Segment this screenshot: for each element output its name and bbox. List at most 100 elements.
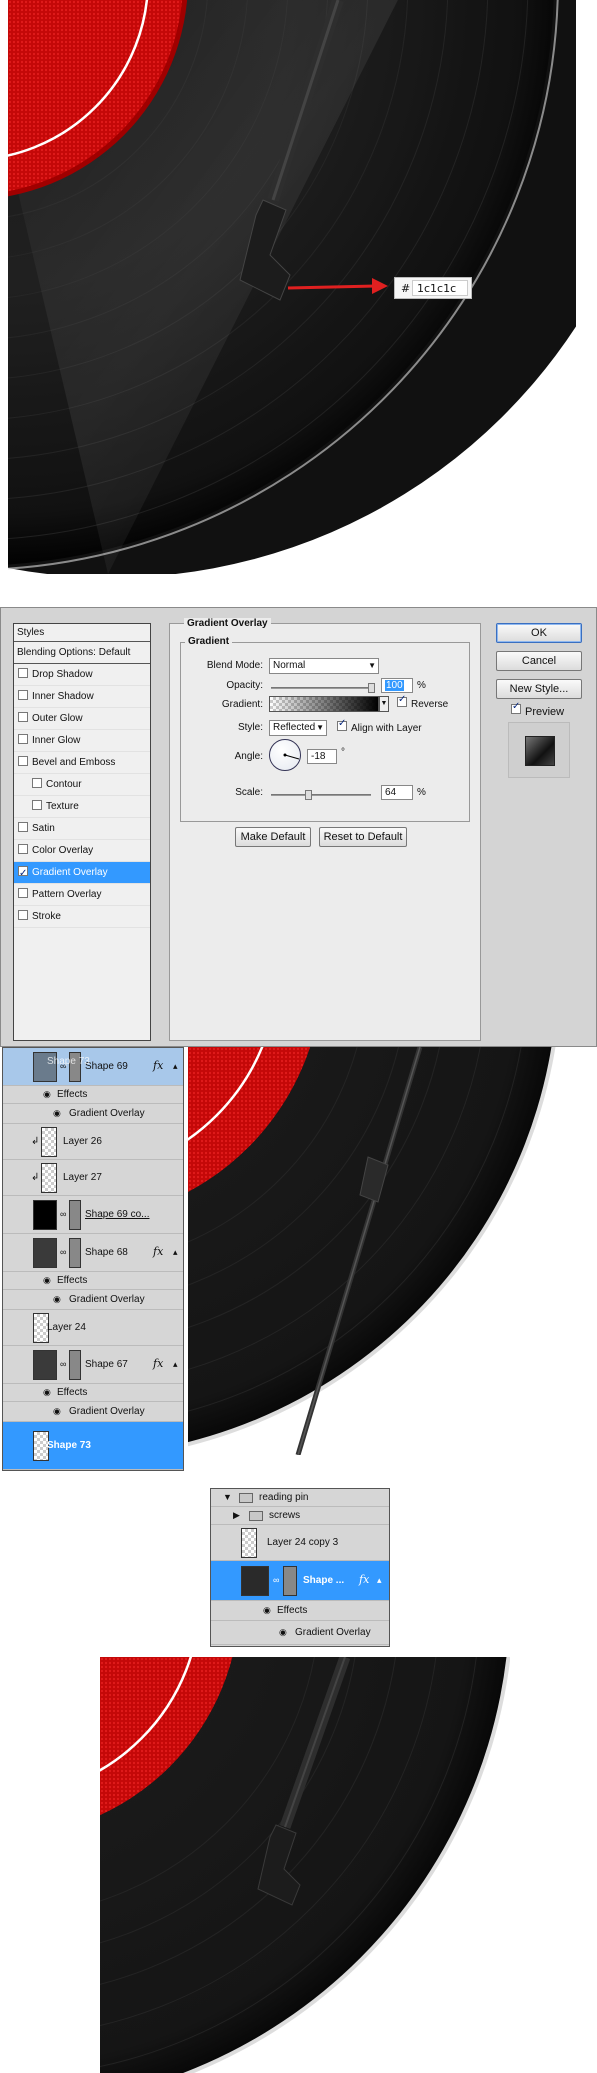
fx-icon[interactable]: fx: [153, 1357, 163, 1370]
ok-button[interactable]: OK: [496, 623, 582, 643]
style-item-checkbox[interactable]: [18, 822, 28, 833]
layer-row[interactable]: ∞ Shape 69 co...: [3, 1196, 183, 1234]
collapse-arrow-icon[interactable]: ▴: [173, 1061, 178, 1072]
link-icon[interactable]: ∞: [60, 1209, 66, 1219]
link-icon[interactable]: ∞: [60, 1359, 66, 1369]
style-item-checkbox[interactable]: [18, 863, 28, 885]
blend-mode-select[interactable]: Normal ▼: [269, 658, 379, 674]
section-title: Gradient Overlay: [184, 618, 271, 629]
style-item-checkbox[interactable]: [18, 734, 28, 745]
scale-slider-thumb[interactable]: [304, 790, 312, 800]
style-select[interactable]: Reflected ▼: [269, 720, 327, 736]
collapse-arrow-icon[interactable]: ▴: [377, 1575, 382, 1586]
link-icon[interactable]: ∞: [273, 1575, 279, 1585]
effects-label: Effects: [277, 1605, 308, 1616]
style-item-checkbox[interactable]: [18, 910, 28, 921]
layer-row[interactable]: ↲ Layer 26: [3, 1124, 183, 1160]
style-item-outer-glow[interactable]: Outer Glow: [14, 708, 150, 730]
layers-panel-2: ▼ reading pin ▶ screws Layer 24 copy 3 ∞ Shape…: [210, 1488, 390, 1647]
style-item-inner-glow[interactable]: Inner Glow: [14, 730, 150, 752]
fx-icon[interactable]: fx: [153, 1059, 163, 1072]
fx-icon[interactable]: fx: [359, 1573, 369, 1586]
preview-label: Preview: [525, 706, 565, 718]
angle-input[interactable]: -18: [307, 749, 337, 764]
reset-to-default-button[interactable]: Reset to Default: [319, 827, 407, 847]
align-with-layer-checkbox[interactable]: [337, 718, 347, 731]
vinyl-record-image-bottom: [100, 1657, 510, 2073]
style-item-stroke[interactable]: Stroke: [14, 906, 150, 928]
opacity-input[interactable]: 100: [381, 678, 413, 693]
style-item-texture[interactable]: Texture: [14, 796, 150, 818]
style-item-checkbox[interactable]: [18, 756, 28, 767]
styles-header[interactable]: Styles: [14, 624, 150, 642]
style-item-inner-shadow[interactable]: Inner Shadow: [14, 686, 150, 708]
disclosure-triangle-icon[interactable]: ▶: [233, 1510, 240, 1521]
group-row[interactable]: ▶ screws: [211, 1507, 389, 1525]
eye-icon[interactable]: ◉: [53, 1406, 61, 1417]
reverse-checkbox[interactable]: [397, 694, 407, 707]
style-item-contour[interactable]: Contour: [14, 774, 150, 796]
style-item-checkbox[interactable]: [18, 844, 28, 855]
group-title: Gradient: [185, 636, 233, 647]
effect-name: Gradient Overlay: [69, 1108, 145, 1119]
style-item-color-overlay[interactable]: Color Overlay: [14, 840, 150, 862]
blending-options-item[interactable]: Blending Options: Default: [14, 642, 150, 664]
effects-row[interactable]: ◉ Effects: [3, 1086, 183, 1104]
layer-row[interactable]: ∞ Shape 68 fx ▴: [3, 1234, 183, 1272]
cancel-button[interactable]: Cancel: [496, 651, 582, 671]
eye-icon[interactable]: ◉: [53, 1108, 61, 1119]
layer-thumbnail: [41, 1127, 57, 1157]
style-item-drop-shadow[interactable]: Drop Shadow: [14, 664, 150, 686]
layer-row[interactable]: Shape 73: [3, 1422, 183, 1470]
group-row[interactable]: ▼ reading pin: [211, 1489, 389, 1507]
eye-icon[interactable]: ◉: [53, 1294, 61, 1305]
style-item-checkbox[interactable]: [32, 778, 42, 789]
style-item-checkbox[interactable]: [32, 800, 42, 811]
layer-row[interactable]: ∞ Shape ... fx ▴: [211, 1561, 389, 1601]
disclosure-triangle-icon[interactable]: ▼: [223, 1492, 232, 1502]
style-item-checkbox[interactable]: [18, 712, 28, 723]
eye-icon[interactable]: ◉: [279, 1627, 287, 1638]
effects-row[interactable]: ◉ Effects: [3, 1384, 183, 1402]
layer-row[interactable]: Layer 24: [3, 1310, 183, 1346]
make-default-button[interactable]: Make Default: [235, 827, 311, 847]
link-icon[interactable]: ∞: [60, 1247, 66, 1257]
effects-row[interactable]: ◉ Effects: [211, 1601, 389, 1621]
angle-dial[interactable]: [269, 739, 301, 771]
collapse-arrow-icon[interactable]: ▴: [173, 1359, 178, 1370]
new-style-button[interactable]: New Style...: [496, 679, 582, 699]
gradient-dropdown-button[interactable]: ▼: [379, 696, 389, 712]
effect-row[interactable]: ◉ Gradient Overlay: [3, 1402, 183, 1422]
gradient-picker[interactable]: [269, 696, 379, 712]
opacity-slider[interactable]: [271, 683, 375, 693]
effect-row[interactable]: ◉ Gradient Overlay: [3, 1104, 183, 1124]
style-item-bevel-and-emboss[interactable]: Bevel and Emboss: [14, 752, 150, 774]
opacity-slider-thumb[interactable]: [368, 683, 375, 693]
fx-icon[interactable]: fx: [153, 1245, 163, 1258]
eye-icon[interactable]: ◉: [43, 1275, 51, 1286]
scale-input[interactable]: 64: [381, 785, 413, 800]
layer-row[interactable]: Layer 24 copy 3: [211, 1525, 389, 1561]
effects-row[interactable]: ◉ Effects: [3, 1272, 183, 1290]
scale-label: Scale:: [235, 787, 263, 798]
style-item-pattern-overlay[interactable]: Pattern Overlay: [14, 884, 150, 906]
layer-row[interactable]: ∞ Shape 69 Shape 73 fx ▴: [3, 1048, 183, 1086]
style-item-gradient-overlay[interactable]: Gradient Overlay: [14, 862, 150, 885]
effect-row[interactable]: ◉ Gradient Overlay: [211, 1621, 389, 1645]
layer-row[interactable]: ↲ Layer 27: [3, 1160, 183, 1196]
angle-unit: °: [341, 747, 345, 758]
preview-checkbox[interactable]: [511, 701, 521, 714]
eye-icon[interactable]: ◉: [43, 1387, 51, 1398]
style-item-checkbox[interactable]: [18, 888, 28, 899]
eye-icon[interactable]: ◉: [263, 1605, 271, 1616]
style-item-checkbox[interactable]: [18, 668, 28, 679]
collapse-arrow-icon[interactable]: ▴: [173, 1247, 178, 1258]
scale-slider[interactable]: [271, 790, 371, 800]
effect-row[interactable]: ◉ Gradient Overlay: [3, 1290, 183, 1310]
color-hex-label: # 1c1c1c: [394, 277, 472, 299]
style-item-satin[interactable]: Satin: [14, 818, 150, 840]
layer-row[interactable]: ∞ Shape 67 fx ▴: [3, 1346, 183, 1384]
eye-icon[interactable]: ◉: [43, 1089, 51, 1100]
effects-label: Effects: [57, 1275, 88, 1286]
style-item-checkbox[interactable]: [18, 690, 28, 701]
